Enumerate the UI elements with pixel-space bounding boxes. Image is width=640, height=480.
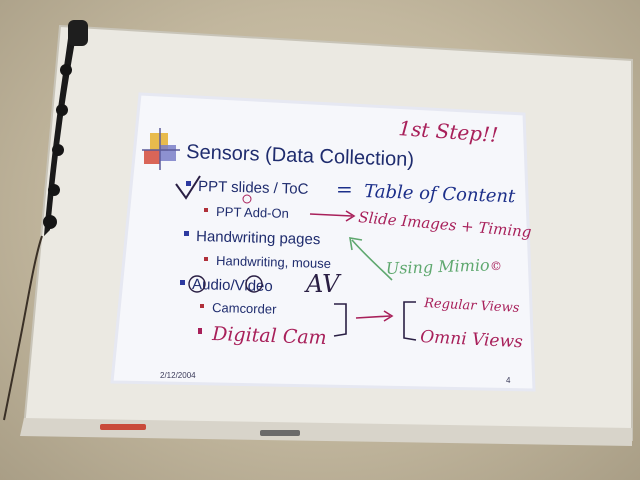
ink-av: AV	[304, 270, 342, 298]
bullet-marker	[204, 208, 208, 212]
bullet-ppt-slides: PPT slides / ToC	[198, 178, 309, 198]
ink-equals: =	[336, 177, 353, 201]
bullet-marker	[180, 280, 185, 285]
marker-red	[100, 424, 146, 430]
bullet-handwriting-mouse: Handwriting, mouse	[216, 253, 331, 271]
ink-circled-c: ©	[490, 259, 502, 273]
photo-scene: Sensors (Data Collection) PPT slides / T…	[0, 0, 640, 480]
scene-canvas: Sensors (Data Collection) PPT slides / T…	[3, 20, 633, 446]
ink-using-mimio: Using Mimio	[385, 255, 489, 278]
bullet-marker	[200, 304, 204, 308]
slide-page-number: 4	[506, 376, 511, 385]
bullet-marker	[186, 181, 191, 186]
ink-digital-cam: Digital Cam	[211, 323, 327, 349]
bullet-marker	[184, 231, 189, 236]
bullet-marker	[204, 257, 208, 261]
bullet-handwriting-pages: Handwriting pages	[196, 228, 321, 248]
slide-date: 2/12/2004	[160, 371, 196, 380]
bullet-camcorder: Camcorder	[212, 300, 277, 317]
marker-gray	[260, 430, 300, 436]
ink-bullet-dot	[198, 328, 202, 334]
bullet-ppt-addon: PPT Add-On	[216, 204, 289, 221]
